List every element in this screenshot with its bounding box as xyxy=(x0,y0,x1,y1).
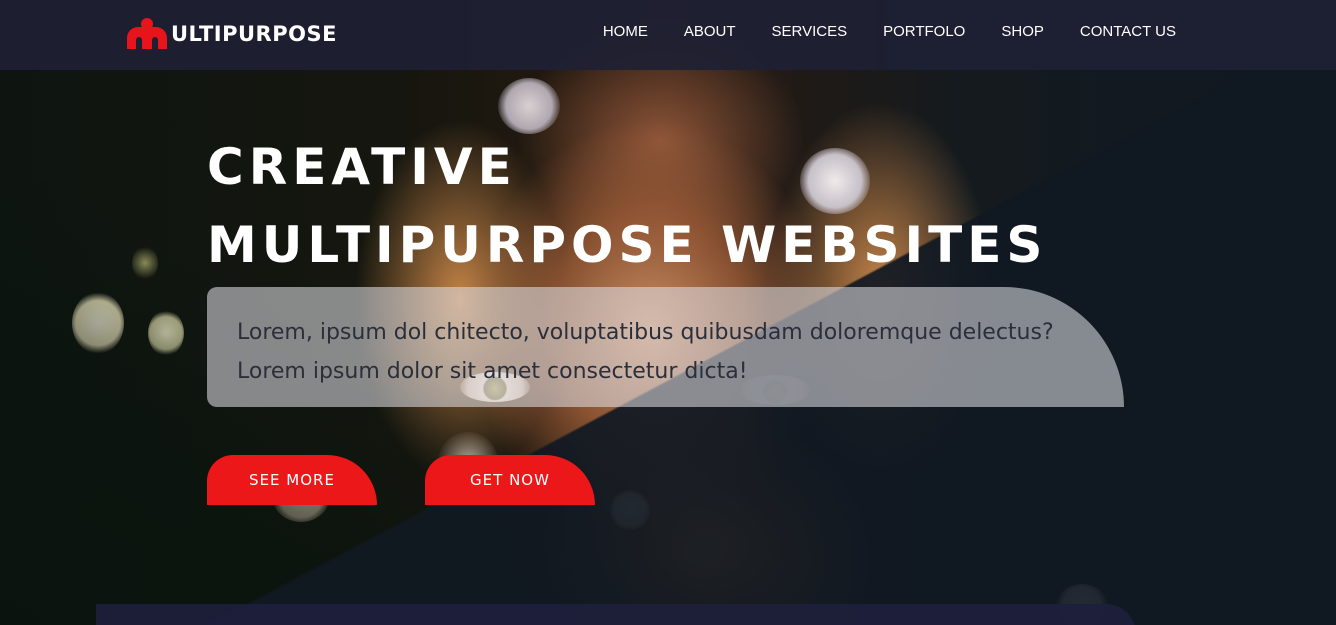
nav-item-contact[interactable]: CONTACT US xyxy=(1080,22,1176,42)
nav-item-portfolio[interactable]: PORTFOLO xyxy=(883,22,965,42)
hero-text-box: Lorem, ipsum dol chitecto, voluptatibus … xyxy=(207,287,1124,407)
hero-title-line-2: MULTIPURPOSE WEBSITES xyxy=(207,216,1048,274)
hero-title-line-1: CREATIVE xyxy=(207,138,517,196)
hero-text-line-1: Lorem, ipsum dol chitecto, voluptatibus … xyxy=(237,320,1054,345)
nav-item-about[interactable]: ABOUT xyxy=(684,22,736,42)
logo-icon xyxy=(127,18,171,50)
nav-item-home[interactable]: HOME xyxy=(603,22,648,42)
nav-item-services[interactable]: SERVICES xyxy=(772,22,848,42)
get-now-button[interactable]: GET NOW xyxy=(425,455,595,505)
nav-item-shop[interactable]: SHOP xyxy=(1001,22,1044,42)
main-nav: HOME ABOUT SERVICES PORTFOLO SHOP CONTAC… xyxy=(567,22,1176,42)
hero-title: CREATIVE MULTIPURPOSE WEBSITES xyxy=(207,128,1047,284)
site-header: ULTIPURPOSE HOME ABOUT SERVICES PORTFOLO… xyxy=(0,0,1336,70)
logo-text: ULTIPURPOSE xyxy=(171,22,337,46)
next-section-bar xyxy=(96,604,1136,625)
page: ULTIPURPOSE HOME ABOUT SERVICES PORTFOLO… xyxy=(0,0,1336,625)
site-logo[interactable]: ULTIPURPOSE xyxy=(127,18,337,50)
see-more-button[interactable]: SEE MORE xyxy=(207,455,377,505)
hero-text-line-2: Lorem ipsum dolor sit amet consectetur d… xyxy=(237,359,748,384)
